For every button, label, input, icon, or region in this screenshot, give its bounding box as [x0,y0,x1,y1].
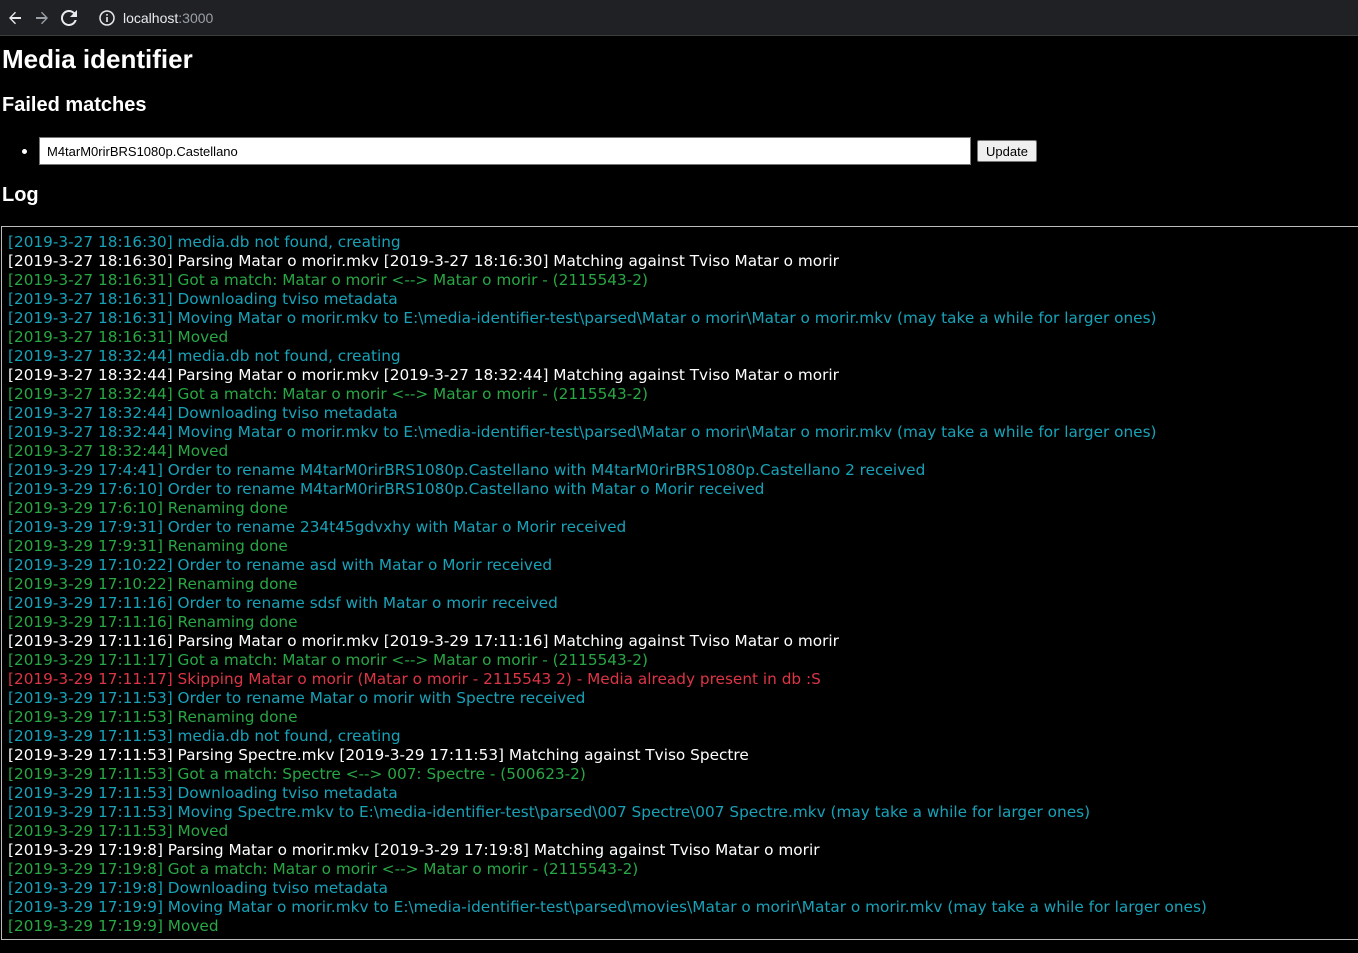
failed-matches-heading: Failed matches [2,94,147,116]
log-line: [2019-3-27 18:32:44] media.db not found,… [8,347,401,365]
log-line: [2019-3-29 17:11:53] Got a match: Spectr… [8,765,586,783]
log-line: [2019-3-27 18:32:44] Moved [8,442,229,460]
failed-match-name-input[interactable] [39,137,971,165]
log-line: [2019-3-27 18:16:30] media.db not found,… [8,233,401,251]
log-line: [2019-3-29 17:9:31] Order to rename 234t… [8,518,627,536]
log-line: [2019-3-29 17:10:22] Renaming done [8,575,298,593]
address-bar[interactable]: localhost:3000 [91,3,1358,32]
log-panel[interactable]: [2019-3-27 18:16:30] media.db not found,… [1,226,1358,940]
log-line: [2019-3-29 17:10:22] Order to rename asd… [8,556,553,574]
log-line: [2019-3-29 17:11:53] Order to rename Mat… [8,689,586,707]
log-line: [2019-3-27 18:16:31] Moved [8,328,229,346]
log-line: [2019-3-29 17:6:10] Renaming done [8,499,288,517]
failed-match-item: Update [22,137,1037,165]
log-line: [2019-3-29 17:11:53] Moving Spectre.mkv … [8,803,1091,821]
log-line: [2019-3-29 17:11:53] media.db not found,… [8,727,401,745]
page-title: Media identifier [2,44,193,74]
browser-toolbar: localhost:3000 [0,0,1358,36]
log-line: [2019-3-27 18:32:44] Moving Matar o mori… [8,423,1157,441]
update-button[interactable]: Update [977,140,1037,162]
url-port: :3000 [178,9,214,26]
log-line: [2019-3-27 18:32:44] Got a match: Matar … [8,385,648,403]
forward-arrow-icon[interactable] [30,6,54,30]
info-icon[interactable] [99,9,115,26]
url-host: localhost [123,9,179,26]
log-line: [2019-3-29 17:11:16] Order to rename sds… [8,594,558,612]
log-line: [2019-3-27 18:32:44] Parsing Matar o mor… [8,366,839,384]
failed-matches-list: Update [22,137,1037,165]
log-line: [2019-3-29 17:11:53] Parsing Spectre.mkv… [8,746,749,764]
log-line: [2019-3-29 17:11:53] Renaming done [8,708,298,726]
log-line: [2019-3-29 17:19:9] Moving Matar o morir… [8,898,1207,916]
log-line: [2019-3-27 18:16:31] Downloading tviso m… [8,290,398,308]
log-heading: Log [2,184,39,206]
log-line: [2019-3-27 18:16:30] Parsing Matar o mor… [8,252,839,270]
log-line: [2019-3-29 17:11:53] Downloading tviso m… [8,784,398,802]
back-arrow-icon[interactable] [3,6,27,30]
log-line: [2019-3-29 17:11:17] Got a match: Matar … [8,651,648,669]
log-line: [2019-3-29 17:6:10] Order to rename M4ta… [8,480,765,498]
log-line: [2019-3-29 17:11:16] Parsing Matar o mor… [8,632,839,650]
log-line: [2019-3-27 18:16:31] Got a match: Matar … [8,271,648,289]
page-content: Media identifier Failed matches Update L… [0,36,1358,953]
reload-icon[interactable] [57,6,81,30]
bullet-icon [22,148,27,154]
url-text: localhost:3000 [123,10,213,26]
log-line: [2019-3-27 18:16:31] Moving Matar o mori… [8,309,1157,327]
log-line: [2019-3-29 17:9:31] Renaming done [8,537,288,555]
log-line: [2019-3-29 17:19:8] Downloading tviso me… [8,879,388,897]
log-line: [2019-3-29 17:4:41] Order to rename M4ta… [8,461,926,479]
log-line: [2019-3-29 17:19:8] Got a match: Matar o… [8,860,639,878]
log-line: [2019-3-29 17:19:9] Moved [8,917,219,935]
log-line: [2019-3-29 17:19:8] Parsing Matar o mori… [8,841,820,859]
log-line: [2019-3-27 18:32:44] Downloading tviso m… [8,404,398,422]
log-line: [2019-3-29 17:11:53] Moved [8,822,229,840]
log-line: [2019-3-29 17:11:16] Renaming done [8,613,298,631]
log-line: [2019-3-29 17:11:17] Skipping Matar o mo… [8,670,821,688]
